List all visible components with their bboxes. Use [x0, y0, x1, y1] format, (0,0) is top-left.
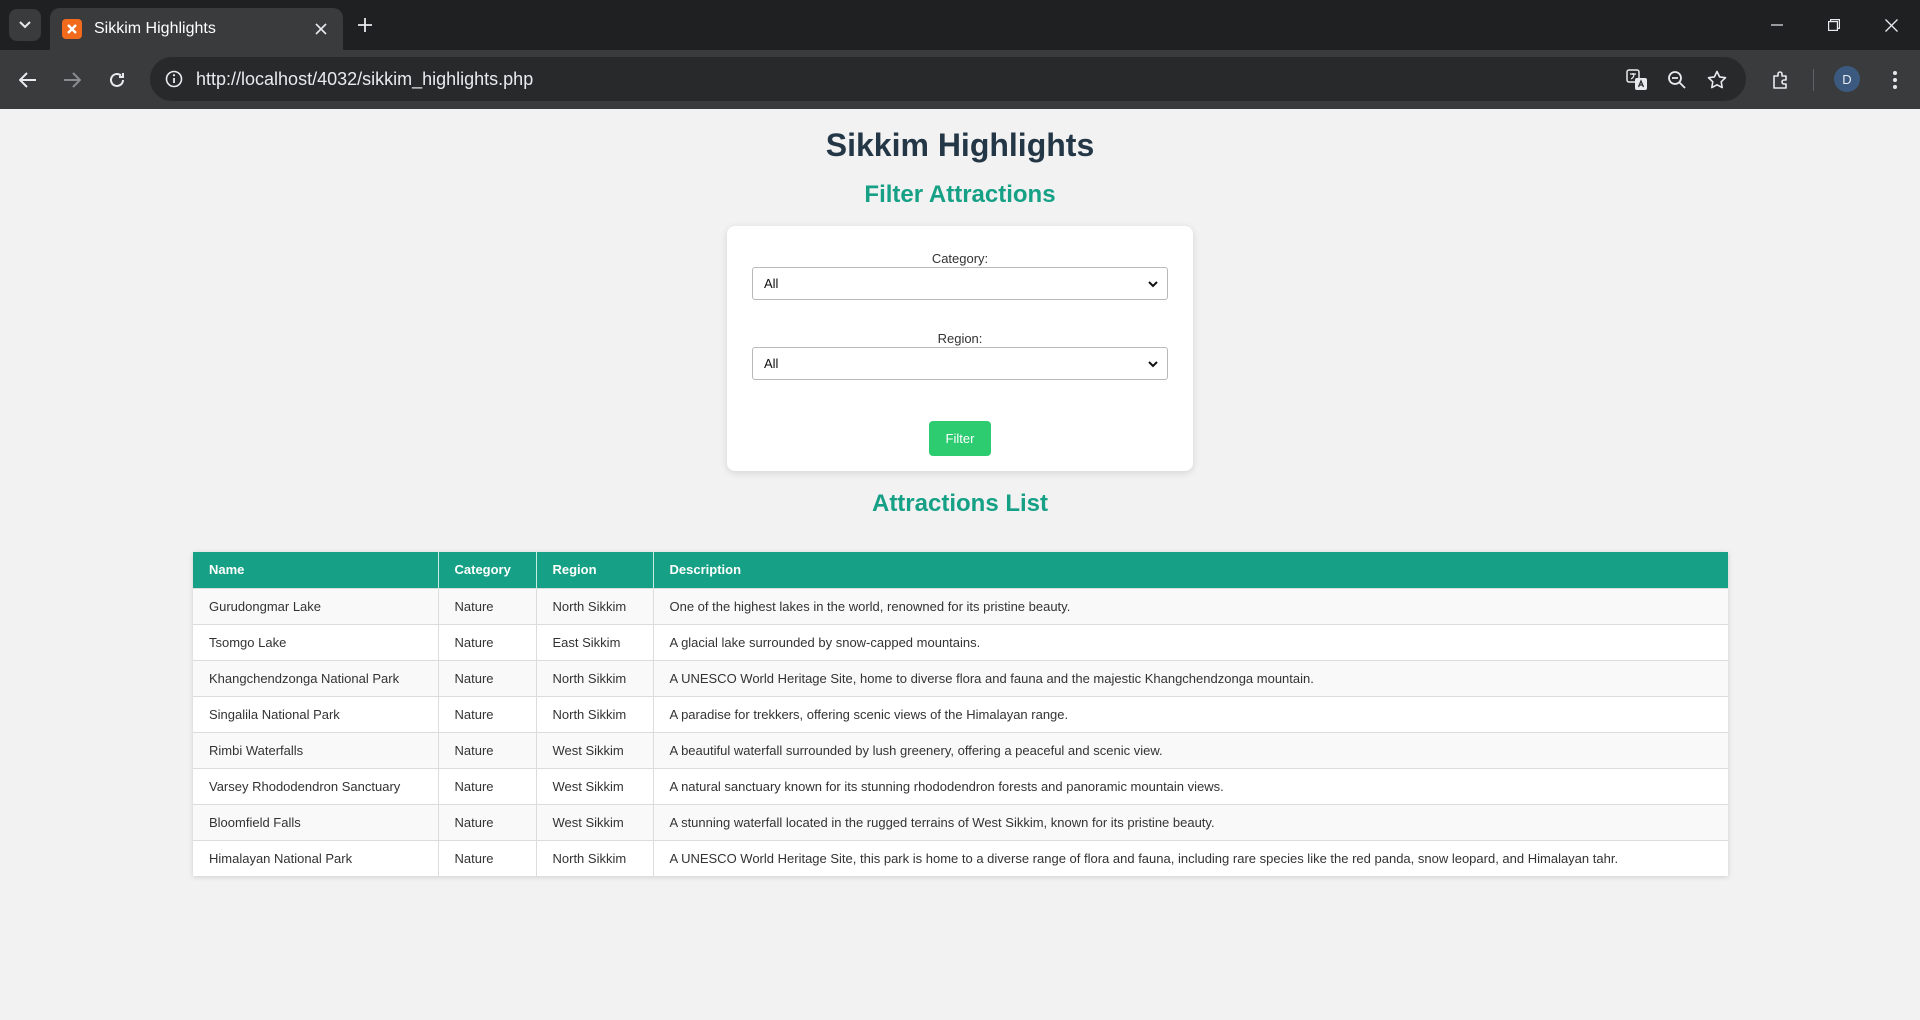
cell-description: A UNESCO World Heritage Site, this park … — [653, 839, 1728, 876]
region-select[interactable]: All — [752, 347, 1168, 380]
cell-region: North Sikkim — [536, 839, 654, 876]
region-label: Region: — [937, 331, 983, 346]
minimize-icon[interactable] — [1762, 10, 1792, 40]
cell-category: Nature — [438, 803, 537, 840]
cell-region: West Sikkim — [536, 803, 654, 840]
bookmark-star-icon[interactable] — [1704, 67, 1730, 93]
restore-icon[interactable] — [1819, 10, 1849, 40]
close-tab-icon[interactable] — [311, 19, 331, 39]
cell-description: A paradise for trekkers, offering scenic… — [653, 695, 1728, 732]
xampp-favicon-icon — [62, 19, 82, 39]
filter-heading: Filter Attractions — [864, 181, 1056, 208]
table-row: Gurudongmar Lake Nature North Sikkim One… — [193, 587, 1728, 624]
translate-icon[interactable] — [1624, 67, 1650, 93]
cell-name: Himalayan National Park — [193, 839, 439, 876]
cell-category: Nature — [438, 731, 537, 768]
tab-title: Sikkim Highlights — [94, 20, 216, 37]
cell-name: Tsomgo Lake — [193, 623, 439, 660]
table-row: Bloomfield Falls Nature West Sikkim A st… — [193, 803, 1728, 840]
table-header-row: Name Category Region Description — [193, 552, 1728, 588]
page-content: Sikkim Highlights Filter Attractions Cat… — [0, 109, 1920, 1020]
address-bar[interactable]: http://localhost/4032/sikkim_highlights.… — [150, 57, 1746, 101]
column-header-name: Name — [193, 552, 439, 588]
toolbar-divider — [1813, 69, 1814, 91]
cell-region: West Sikkim — [536, 767, 654, 804]
cell-name: Khangchendzonga National Park — [193, 659, 439, 696]
extensions-puzzle-icon[interactable] — [1766, 65, 1796, 95]
table-row: Singalila National Park Nature North Sik… — [193, 695, 1728, 732]
site-info-icon[interactable] — [162, 67, 186, 91]
profile-avatar[interactable]: D — [1834, 66, 1860, 92]
kebab-menu-icon[interactable] — [1880, 65, 1910, 95]
cell-description: One of the highest lakes in the world, r… — [653, 587, 1728, 624]
zoom-icon[interactable] — [1664, 67, 1690, 93]
forward-arrow-icon[interactable] — [56, 64, 88, 96]
cell-category: Nature — [438, 659, 537, 696]
reload-icon[interactable] — [101, 64, 133, 96]
table-row: Himalayan National Park Nature North Sik… — [193, 839, 1728, 876]
filter-button[interactable]: Filter — [929, 421, 991, 456]
category-label: Category: — [931, 251, 989, 266]
cell-region: North Sikkim — [536, 659, 654, 696]
cell-category: Nature — [438, 587, 537, 624]
url-text: http://localhost/4032/sikkim_highlights.… — [196, 69, 534, 89]
chevron-down-icon — [19, 21, 31, 29]
column-header-description: Description — [653, 552, 1728, 588]
chevron-down-icon — [1148, 281, 1158, 288]
browser-tab-strip: Sikkim Highlights — [0, 0, 1920, 50]
cell-region: North Sikkim — [536, 695, 654, 732]
table-row: Varsey Rhododendron Sanctuary Nature Wes… — [193, 767, 1728, 804]
cell-category: Nature — [438, 839, 537, 876]
tab-search-button[interactable] — [9, 9, 41, 41]
cell-category: Nature — [438, 767, 537, 804]
table-row: Rimbi Waterfalls Nature West Sikkim A be… — [193, 731, 1728, 768]
attractions-list-heading: Attractions List — [871, 490, 1048, 517]
cell-name: Gurudongmar Lake — [193, 587, 439, 624]
cell-description: A beautiful waterfall surrounded by lush… — [653, 731, 1728, 768]
page-title: Sikkim Highlights — [825, 127, 1095, 163]
cell-name: Varsey Rhododendron Sanctuary — [193, 767, 439, 804]
cell-category: Nature — [438, 623, 537, 660]
cell-category: Nature — [438, 695, 537, 732]
table-row: Khangchendzonga National Park Nature Nor… — [193, 659, 1728, 696]
cell-name: Singalila National Park — [193, 695, 439, 732]
category-select-value: All — [764, 276, 779, 291]
new-tab-icon[interactable] — [352, 12, 378, 38]
browser-tab[interactable]: Sikkim Highlights — [50, 8, 343, 50]
filter-form: Category: All Region: All Filter — [727, 226, 1193, 471]
column-header-category: Category — [438, 552, 537, 588]
cell-region: West Sikkim — [536, 731, 654, 768]
chevron-down-icon — [1148, 361, 1158, 368]
cell-region: North Sikkim — [536, 587, 654, 624]
region-select-value: All — [764, 356, 779, 371]
cell-description: A stunning waterfall located in the rugg… — [653, 803, 1728, 840]
cell-description: A glacial lake surrounded by snow-capped… — [653, 623, 1728, 660]
cell-region: East Sikkim — [536, 623, 654, 660]
category-select[interactable]: All — [752, 267, 1168, 300]
cell-name: Rimbi Waterfalls — [193, 731, 439, 768]
close-window-icon[interactable] — [1876, 10, 1906, 40]
browser-toolbar: http://localhost/4032/sikkim_highlights.… — [0, 50, 1920, 109]
cell-description: A UNESCO World Heritage Site, home to di… — [653, 659, 1728, 696]
cell-description: A natural sanctuary known for its stunni… — [653, 767, 1728, 804]
column-header-region: Region — [536, 552, 654, 588]
back-arrow-icon[interactable] — [12, 64, 44, 96]
table-row: Tsomgo Lake Nature East Sikkim A glacial… — [193, 623, 1728, 660]
attractions-table: Name Category Region Description Gurudon… — [193, 552, 1728, 876]
cell-name: Bloomfield Falls — [193, 803, 439, 840]
